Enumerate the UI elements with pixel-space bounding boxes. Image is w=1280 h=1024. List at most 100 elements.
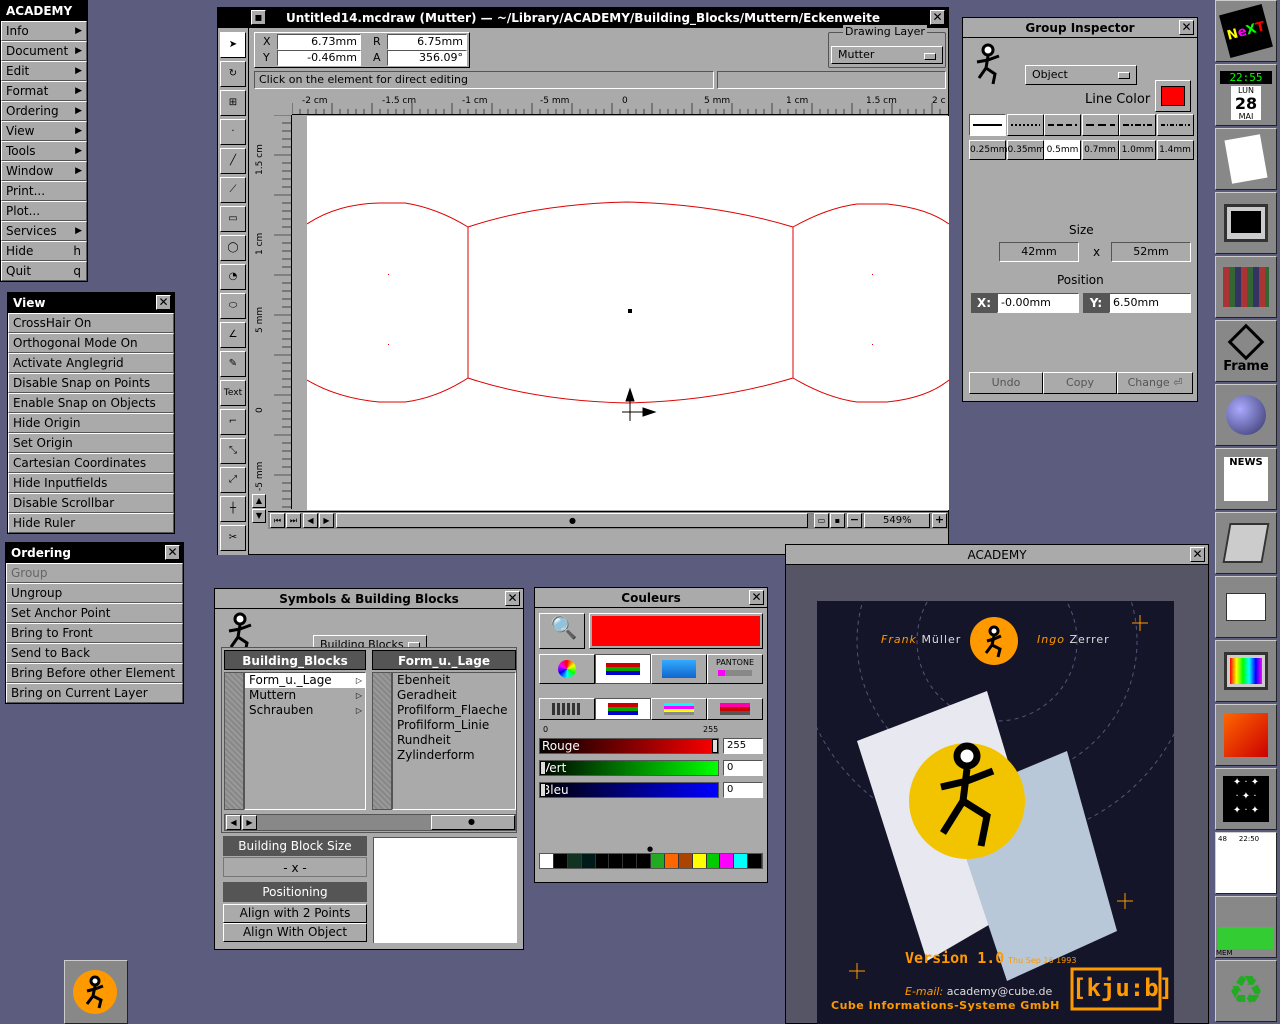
copy-button[interactable]: Copy — [1043, 372, 1117, 394]
line-width-button[interactable]: 0.7mm — [1081, 140, 1119, 160]
color-swatch[interactable] — [623, 854, 638, 868]
view-menu-item[interactable]: Enable Snap on Objects — [8, 393, 174, 413]
tool-arc-icon[interactable]: ◔ — [220, 264, 246, 290]
color-swatch[interactable] — [553, 854, 568, 868]
tool-scale-b-icon[interactable]: ⤢ — [220, 467, 246, 493]
memory-monitor-tile[interactable]: MEM — [1215, 896, 1277, 958]
group-inspector-titlebar[interactable]: Group Inspector ✕ — [963, 18, 1197, 38]
view-menu-item[interactable]: CrossHair On — [8, 313, 174, 333]
red-value-field[interactable]: 255 — [723, 738, 763, 754]
color-swatch[interactable] — [637, 854, 651, 868]
r-field[interactable]: 6.75mm — [387, 34, 467, 50]
scroll-left-icon[interactable]: ◀ — [303, 513, 318, 528]
colors-titlebar[interactable]: Couleurs ✕ — [535, 588, 767, 608]
swatch-resize-handle[interactable]: ● — [647, 845, 653, 853]
tool-dimension-icon[interactable]: ⟋ — [220, 177, 246, 203]
undo-button[interactable]: Undo — [969, 372, 1043, 394]
framemaker-app-icon[interactable]: Frame — [1215, 320, 1277, 382]
terminal-app-icon[interactable] — [1215, 192, 1277, 254]
line-width-button[interactable]: 1.0mm — [1119, 140, 1156, 160]
color-display-icon[interactable] — [1215, 640, 1277, 702]
line-style-button[interactable] — [1006, 114, 1044, 136]
close-icon[interactable]: ✕ — [1190, 547, 1205, 562]
zoom-fit-icon[interactable]: ▪ — [830, 513, 845, 528]
inspector-mode-popup[interactable]: Object — [1025, 65, 1137, 85]
close-icon[interactable]: ✕ — [930, 10, 945, 25]
recycler-icon[interactable]: ♻ — [1215, 960, 1277, 1022]
view-menu-item[interactable]: Disable Snap on Points — [8, 373, 174, 393]
scroll-knob[interactable]: ● — [336, 513, 808, 528]
mail-server-icon[interactable] — [1215, 512, 1277, 574]
line-width-button[interactable]: 0.35mm — [1006, 140, 1045, 160]
color-swatch[interactable] — [664, 854, 679, 868]
edit-app-icon[interactable] — [1215, 128, 1277, 190]
line-style-button[interactable] — [969, 114, 1006, 136]
browser-item[interactable]: Muttern ▷ — [245, 688, 365, 703]
librarian-app-icon[interactable] — [1215, 256, 1277, 318]
color-swatch[interactable] — [581, 854, 596, 868]
color-swatch[interactable] — [720, 854, 735, 868]
pos-x-field[interactable]: -0.00mm — [997, 293, 1079, 313]
cmyk-mode[interactable] — [651, 698, 707, 720]
main-menu-item-edit[interactable]: Edit ▶ — [1, 61, 87, 81]
blue-value-field[interactable]: 0 — [723, 782, 763, 798]
main-menu-item-document[interactable]: Document ▶ — [1, 41, 87, 61]
main-menu-item-services[interactable]: Services ▶ — [1, 221, 87, 241]
globe-app-icon[interactable] — [1215, 384, 1277, 446]
drawing-layer-popup[interactable]: Mutter — [831, 46, 943, 64]
tool-select-icon[interactable]: ➤ — [220, 32, 246, 58]
color-swatch[interactable] — [748, 854, 762, 868]
next-logo-icon[interactable]: NeXT — [1215, 0, 1277, 62]
green-slider[interactable]: Vert — [539, 760, 719, 776]
load-monitor-tile[interactable]: 48 22:50 — [1215, 832, 1277, 894]
image-mode[interactable] — [651, 654, 707, 684]
line-style-button[interactable] — [1081, 114, 1119, 136]
scroll-down-icon[interactable]: ▼ — [252, 509, 266, 523]
color-swatch[interactable] — [651, 854, 665, 868]
browser-item[interactable]: Zylinderform — [393, 748, 515, 763]
scroll-up-icon[interactable]: ▲ — [252, 494, 266, 508]
rgb-sliders-mode[interactable] — [595, 654, 651, 684]
write-app-icon[interactable] — [1215, 704, 1277, 766]
grayscale-mode[interactable] — [539, 698, 595, 720]
hsb-mode[interactable] — [707, 698, 763, 720]
ordering-menu-item[interactable]: Set Anchor Point — [6, 603, 183, 623]
line-style-button[interactable] — [1119, 114, 1156, 136]
ordering-menu-item[interactable]: Bring Before other Element — [6, 663, 183, 683]
mail-app-icon[interactable] — [1215, 576, 1277, 638]
main-menu-item-ordering[interactable]: Ordering ▶ — [1, 101, 87, 121]
symbols-titlebar[interactable]: Symbols & Building Blocks ✕ — [215, 589, 523, 609]
ordering-menu-item[interactable]: Ungroup — [6, 583, 183, 603]
browser-item[interactable]: Profilform_Flaeche — [393, 703, 515, 718]
color-swatch[interactable] — [540, 854, 554, 868]
view-menu-item[interactable]: Orthogonal Mode On — [8, 333, 174, 353]
color-picker-magnifier-button[interactable]: 🔍 — [539, 613, 585, 649]
academy-titlebar[interactable]: ACADEMY ✕ — [786, 545, 1208, 565]
browser-col1-scroller[interactable] — [224, 672, 244, 810]
tool-ellipse-icon[interactable]: ⬭ — [220, 293, 246, 319]
line-width-button[interactable]: 1.4mm — [1156, 140, 1194, 160]
drawing-canvas[interactable] — [307, 116, 949, 510]
browser-item[interactable]: Ebenheit — [393, 673, 515, 688]
tool-scale-a-icon[interactable]: ⤡ — [220, 438, 246, 464]
change-button[interactable]: Change ⏎ — [1117, 372, 1193, 394]
browser-item[interactable]: Form_u._Lage ▷ — [245, 673, 365, 688]
color-swatch[interactable] — [692, 854, 707, 868]
color-swatch[interactable] — [609, 854, 624, 868]
blue-slider-knob[interactable] — [540, 783, 546, 797]
view-icon[interactable]: ▭ — [814, 513, 829, 528]
green-value-field[interactable]: 0 — [723, 760, 763, 776]
page-first-icon[interactable]: ⏮ — [270, 513, 285, 528]
browser-hscroll[interactable]: ◀ ▶ ● — [224, 814, 516, 831]
browser-item[interactable]: Profilform_Linie — [393, 718, 515, 733]
red-slider[interactable]: Rouge — [539, 738, 719, 754]
tool-point-icon[interactable]: · — [220, 119, 246, 145]
zoom-in-icon[interactable]: + — [932, 513, 947, 528]
close-icon[interactable]: ✕ — [505, 591, 520, 606]
scroll-right-icon[interactable]: ▶ — [242, 815, 257, 830]
zoom-popup[interactable]: 549% — [864, 513, 930, 528]
main-menu-item-hide[interactable]: Hide h — [1, 241, 87, 261]
view-menu-item[interactable]: Disable Scrollbar — [8, 493, 174, 513]
news-app-icon[interactable]: NEWS — [1215, 448, 1277, 510]
tool-rotate-icon[interactable]: ↻ — [220, 61, 246, 87]
